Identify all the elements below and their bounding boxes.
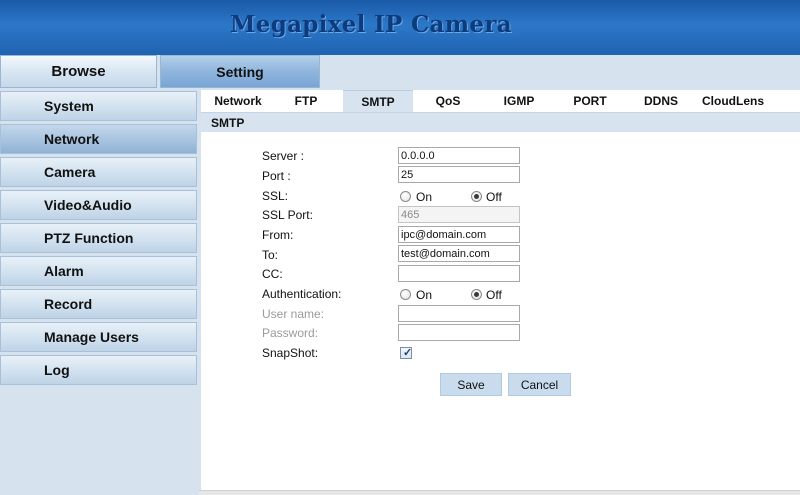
content-panel: Network FTP SMTP QoS IGMP PORT DDNS Clou… <box>201 90 800 495</box>
section-header: SMTP <box>201 112 800 132</box>
ssl-port-label: SSL Port: <box>262 208 313 222</box>
cancel-button[interactable]: Cancel <box>508 373 571 396</box>
user-name-label: User name: <box>262 307 325 321</box>
authentication-off-label: Off <box>486 288 502 302</box>
password-input[interactable] <box>398 324 520 341</box>
sidebar-item-record[interactable]: Record <box>0 289 197 319</box>
sidebar-item-network[interactable]: Network <box>0 124 197 154</box>
app-title: Megapixel IP Camera <box>230 11 512 38</box>
tab-setting[interactable]: Setting <box>160 55 320 88</box>
authentication-label: Authentication: <box>262 287 342 301</box>
section-title: SMTP <box>211 116 245 130</box>
ssl-port-input[interactable] <box>398 206 520 223</box>
authentication-off-radio[interactable] <box>471 289 482 300</box>
subtab-ftp[interactable]: FTP <box>281 90 331 112</box>
top-navigation: Browse Setting <box>0 55 800 90</box>
from-input[interactable] <box>398 226 520 243</box>
ssl-off-label: Off <box>486 190 502 204</box>
from-label: From: <box>262 228 294 242</box>
server-label: Server : <box>262 149 305 163</box>
sidebar: System Network Camera Video&Audio PTZ Fu… <box>0 90 199 495</box>
password-label: Password: <box>262 326 319 340</box>
ssl-on-radio[interactable] <box>400 191 411 202</box>
server-input[interactable] <box>398 147 520 164</box>
sidebar-item-alarm[interactable]: Alarm <box>0 256 197 286</box>
subtab-network[interactable]: Network <box>205 90 271 112</box>
to-input[interactable] <box>398 245 520 262</box>
authentication-on-label: On <box>416 288 433 302</box>
tab-browse[interactable]: Browse <box>0 55 157 88</box>
header-banner: Megapixel IP Camera <box>0 0 800 55</box>
port-input[interactable] <box>398 166 520 183</box>
user-name-input[interactable] <box>398 305 520 322</box>
ssl-label: SSL: <box>262 189 289 203</box>
port-label: Port : <box>262 169 291 183</box>
network-subtabs: Network FTP SMTP QoS IGMP PORT DDNS Clou… <box>201 90 800 112</box>
subtab-qos[interactable]: QoS <box>423 90 473 112</box>
horizontal-scrollbar[interactable] <box>199 490 800 495</box>
sidebar-item-system[interactable]: System <box>0 91 197 121</box>
subtab-igmp[interactable]: IGMP <box>491 90 547 112</box>
save-button[interactable]: Save <box>440 373 502 396</box>
app-window: Megapixel IP Camera Browse Setting Syste… <box>0 0 800 495</box>
subtab-smtp[interactable]: SMTP <box>343 90 413 112</box>
subtab-ddns[interactable]: DDNS <box>633 90 689 112</box>
sidebar-item-video-audio[interactable]: Video&Audio <box>0 190 197 220</box>
sidebar-item-log[interactable]: Log <box>0 355 197 385</box>
ssl-off-radio[interactable] <box>471 191 482 202</box>
sidebar-item-camera[interactable]: Camera <box>0 157 197 187</box>
authentication-on-radio[interactable] <box>400 289 411 300</box>
snapshot-label: SnapShot: <box>262 346 319 360</box>
ssl-on-label: On <box>416 190 433 204</box>
subtab-cloudlens[interactable]: CloudLens <box>696 90 770 112</box>
cc-input[interactable] <box>398 265 520 282</box>
cc-label: CC: <box>262 267 283 281</box>
to-label: To: <box>262 248 279 262</box>
subtab-port[interactable]: PORT <box>562 90 618 112</box>
sidebar-item-manage-users[interactable]: Manage Users <box>0 322 197 352</box>
snapshot-checkbox[interactable]: ✓ <box>400 347 412 359</box>
sidebar-item-ptz-function[interactable]: PTZ Function <box>0 223 197 253</box>
checkmark-icon: ✓ <box>403 347 413 359</box>
